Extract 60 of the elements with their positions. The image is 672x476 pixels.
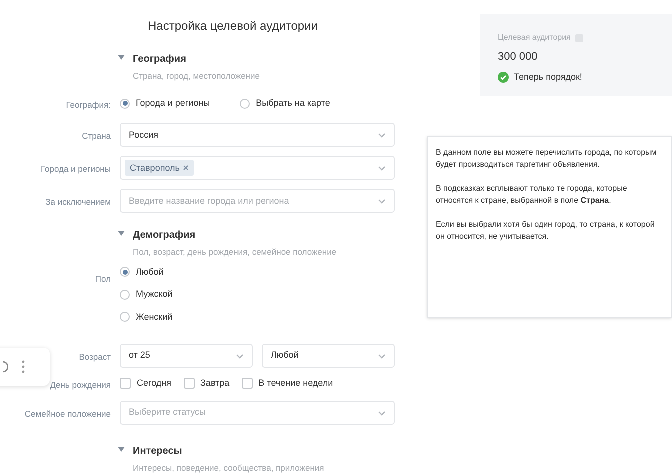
chevron-down-icon [378, 354, 386, 358]
status-text: Теперь порядок! [514, 70, 582, 84]
select-field[interactable]: Россия [120, 123, 395, 148]
checkbox-label: Завтра [200, 376, 230, 390]
select-field[interactable]: Любой [262, 344, 395, 368]
checkbox[interactable] [242, 378, 253, 389]
select-field[interactable]: от 25 [120, 344, 253, 368]
select-placeholder: Введите название города или региона [129, 194, 290, 208]
radio-label: Женский [136, 310, 173, 324]
radio-button[interactable] [240, 98, 250, 109]
field-label: Пол [95, 274, 111, 284]
field-label: Семейное положение [24, 409, 111, 419]
tags-field[interactable]: Ставрополь [120, 156, 395, 180]
field-label: Возраст [79, 352, 111, 362]
chevron-down-icon [378, 411, 386, 416]
section-subtitle: Пол, возраст, день рождения, семейное положение [133, 246, 337, 258]
checkbox[interactable] [184, 378, 194, 389]
page-title: Настройка целевой аудитории [148, 19, 318, 33]
section-subtitle: Страна, город, местоположение [133, 70, 260, 83]
audience-label: Целевая аудитория [498, 32, 571, 44]
audience-value: 300 000 [498, 50, 539, 65]
more-vertical-icon[interactable] [22, 360, 25, 374]
radio-button[interactable] [120, 290, 130, 300]
select-value: Россия [129, 128, 159, 142]
section-title[interactable]: География [133, 52, 260, 67]
expand-triangle-icon[interactable] [118, 55, 125, 60]
arc-icon[interactable] [2, 361, 8, 373]
checkbox[interactable] [120, 378, 131, 389]
radio-label: Любой [136, 266, 164, 278]
chevron-down-icon [378, 166, 386, 172]
radio-button[interactable] [120, 98, 130, 109]
field-label: За исключением [46, 197, 111, 208]
hint-paragraph: Если вы выбрали хотя бы один город, то страна, к которой он относится, не учитывается. [436, 219, 656, 243]
check-circle-icon [498, 72, 509, 83]
close-icon[interactable] [182, 165, 189, 172]
expand-triangle-icon[interactable] [118, 230, 125, 236]
chevron-down-icon [378, 199, 386, 204]
checkbox-label: Сегодня [137, 376, 172, 390]
radio-label: Города и регионы [136, 97, 210, 110]
section-subtitle: Интересы, поведение, сообщества, приложения [133, 462, 324, 474]
field-label: Города и регионы [40, 164, 111, 174]
hint-paragraph: В подсказках всплывают только те города, которые относятся к стране, выбранной в поле Страна. [436, 183, 628, 207]
select-value: от 25 [129, 348, 150, 362]
radio-button[interactable] [120, 312, 130, 322]
city-tag[interactable]: Ставрополь [125, 160, 194, 176]
field-label: География: [66, 100, 111, 110]
section-title[interactable]: Демография [133, 228, 337, 243]
hint-paragraph: В данном поле вы можете перечислить города, по которым будет производиться таргетинг объявления. [436, 147, 658, 171]
radio-button[interactable] [120, 267, 130, 278]
chevron-down-icon [236, 354, 244, 358]
radio-label: Выбрать на карте [256, 97, 330, 110]
field-label: Страна [82, 131, 111, 142]
radio-label: Мужской [136, 288, 173, 301]
field-label: День рождения [50, 380, 111, 390]
select-value: Любой [271, 348, 299, 362]
section-title[interactable]: Интересы [133, 444, 324, 458]
expand-triangle-icon[interactable] [118, 446, 125, 452]
checkbox-label: В течение недели [258, 376, 334, 390]
select-placeholder: Выберите статусы [129, 406, 206, 420]
chevron-down-icon [378, 133, 386, 138]
